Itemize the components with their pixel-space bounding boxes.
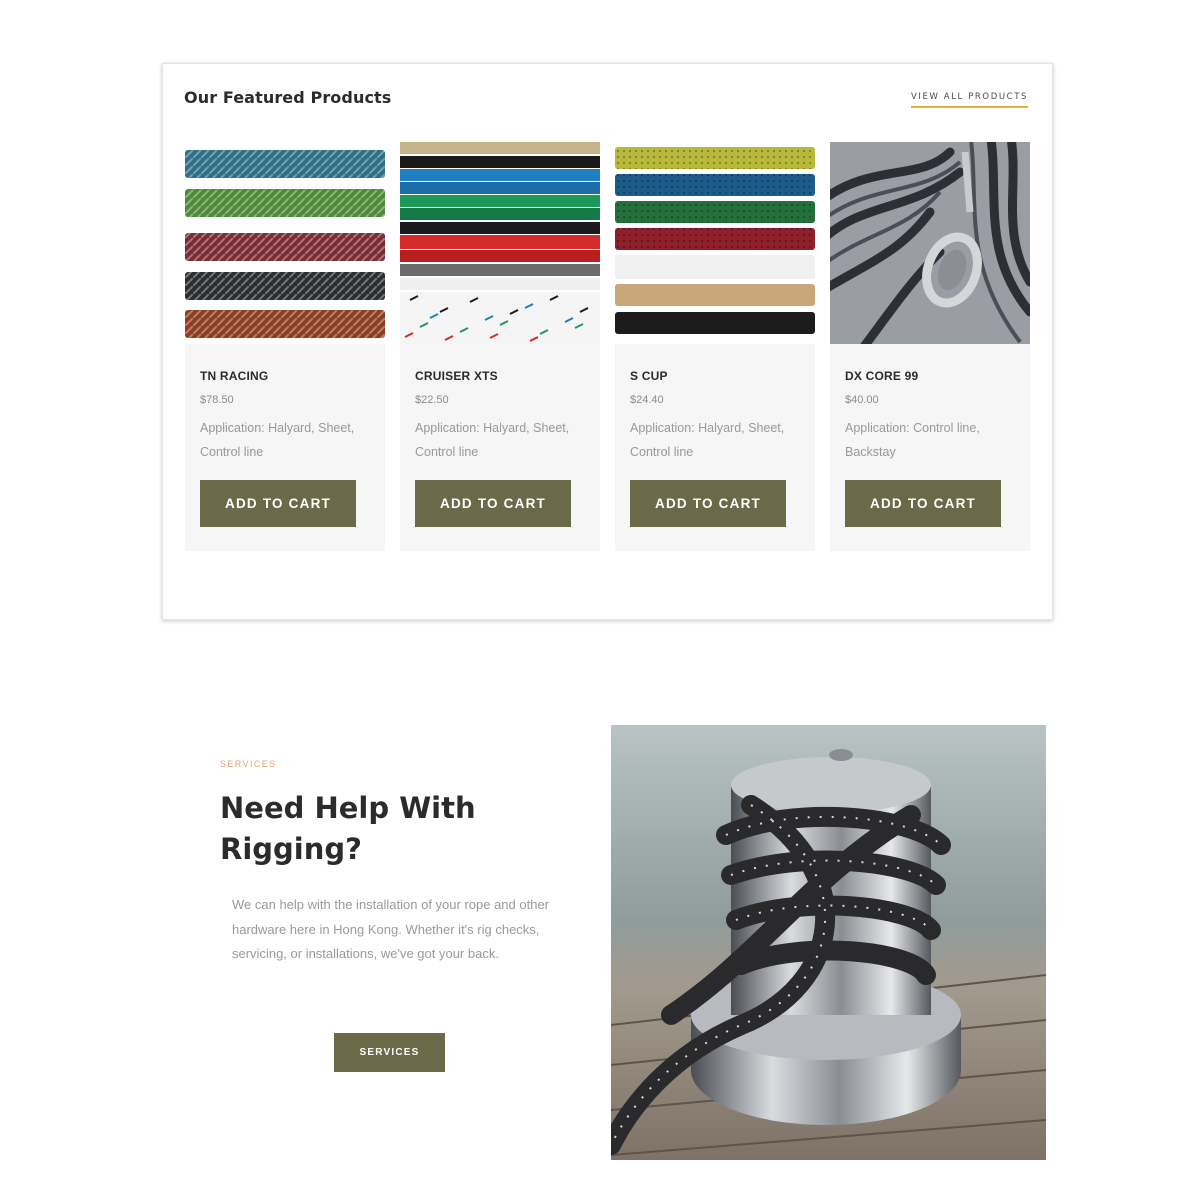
add-to-cart-button[interactable]: ADD TO CART — [845, 480, 1001, 527]
services-eyebrow: SERVICES — [220, 759, 277, 769]
product-price: $78.50 — [200, 394, 234, 406]
services-description: We can help with the installation of you… — [232, 897, 550, 961]
winch-photo — [611, 725, 1046, 1160]
product-card-dx-core-99[interactable]: DX CORE 99 $40.00 Application: Control l… — [830, 142, 1030, 551]
services-button[interactable]: SERVICES — [334, 1033, 445, 1072]
add-to-cart-button[interactable]: ADD TO CART — [415, 480, 571, 527]
winch-image — [611, 725, 1046, 1160]
product-image-dx-core-99[interactable] — [830, 142, 1030, 344]
rope-samples-image — [615, 142, 815, 344]
product-image-s-cup[interactable] — [615, 142, 815, 344]
product-price: $22.50 — [415, 394, 449, 406]
add-to-cart-button[interactable]: ADD TO CART — [200, 480, 356, 527]
product-card-tn-racing[interactable]: TN RACING $78.50 Application: Halyard, S… — [185, 142, 385, 551]
view-all-products-link[interactable]: VIEW ALL PRODUCTS — [911, 92, 1028, 108]
product-image-tn-racing[interactable] — [185, 142, 385, 344]
product-name[interactable]: TN RACING — [200, 369, 268, 383]
rope-thimble-image — [830, 142, 1030, 344]
featured-products-title: Our Featured Products — [184, 88, 392, 107]
product-name[interactable]: S CUP — [630, 369, 668, 383]
rope-samples-image — [185, 142, 385, 344]
product-price: $40.00 — [845, 394, 879, 406]
product-application: Application: Halyard, Sheet, Control lin… — [630, 421, 785, 459]
product-name[interactable]: CRUISER XTS — [415, 369, 498, 383]
product-price: $24.40 — [630, 394, 664, 406]
services-title: Need Help With Rigging? — [220, 791, 476, 866]
product-application: Application: Halyard, Sheet, Control lin… — [200, 421, 355, 459]
rope-samples-image — [400, 142, 600, 344]
add-to-cart-button[interactable]: ADD TO CART — [630, 480, 786, 527]
product-name[interactable]: DX CORE 99 — [845, 369, 918, 383]
product-card-s-cup[interactable]: S CUP $24.40 Application: Halyard, Sheet… — [615, 142, 815, 551]
product-image-cruiser-xts[interactable] — [400, 142, 600, 344]
featured-products-section: Our Featured Products VIEW ALL PRODUCTS … — [162, 63, 1053, 620]
product-application: Application: Halyard, Sheet, Control lin… — [415, 421, 570, 459]
product-card-cruiser-xts[interactable]: CRUISER XTS $22.50 Application: Halyard,… — [400, 142, 600, 551]
product-application: Application: Control line, Backstay — [845, 421, 980, 459]
